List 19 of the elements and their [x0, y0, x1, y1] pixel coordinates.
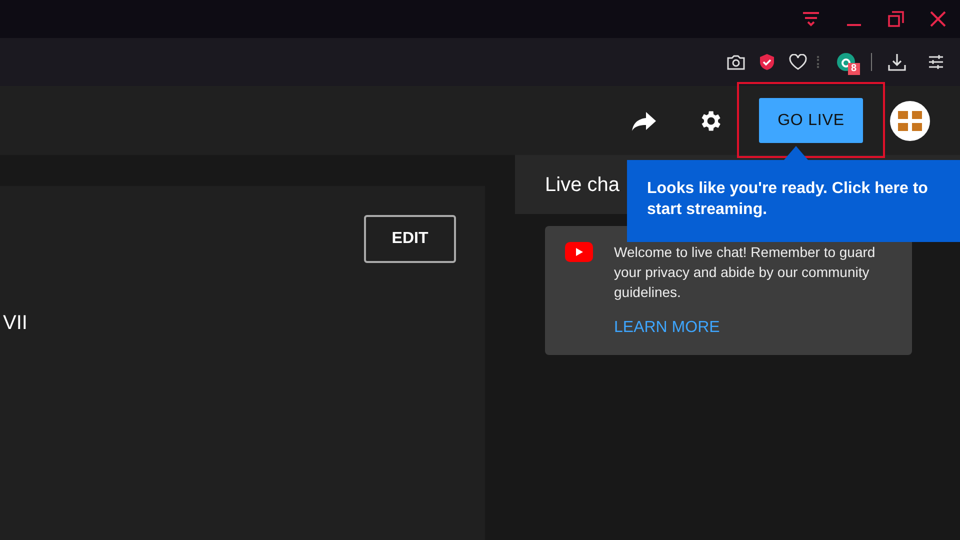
- settings-sliders-icon[interactable]: [928, 54, 944, 70]
- restore-icon[interactable]: [888, 11, 904, 27]
- avatar[interactable]: [890, 100, 930, 140]
- welcome-text: Welcome to live chat! Remember to guard your privacy and abide by our community guidelines.: [614, 243, 876, 302]
- chat-title: Live cha: [545, 172, 620, 198]
- menu-icon[interactable]: [802, 11, 820, 27]
- download-icon[interactable]: [888, 53, 906, 71]
- camera-icon[interactable]: [727, 54, 745, 70]
- youtube-icon: [565, 242, 593, 262]
- close-icon[interactable]: [930, 11, 946, 27]
- heart-icon[interactable]: [789, 54, 807, 70]
- learn-more-link[interactable]: LEARN MORE: [614, 316, 894, 340]
- tooltip-text: Looks like you're ready. Click here to start streaming.: [647, 179, 929, 220]
- edit-button[interactable]: EDIT: [364, 215, 456, 263]
- notification-badge: 8: [848, 63, 860, 75]
- go-live-button[interactable]: GO LIVE: [759, 98, 863, 143]
- share-icon[interactable]: [631, 110, 657, 130]
- title-text: VII: [3, 311, 28, 336]
- shield-icon[interactable]: [759, 53, 775, 71]
